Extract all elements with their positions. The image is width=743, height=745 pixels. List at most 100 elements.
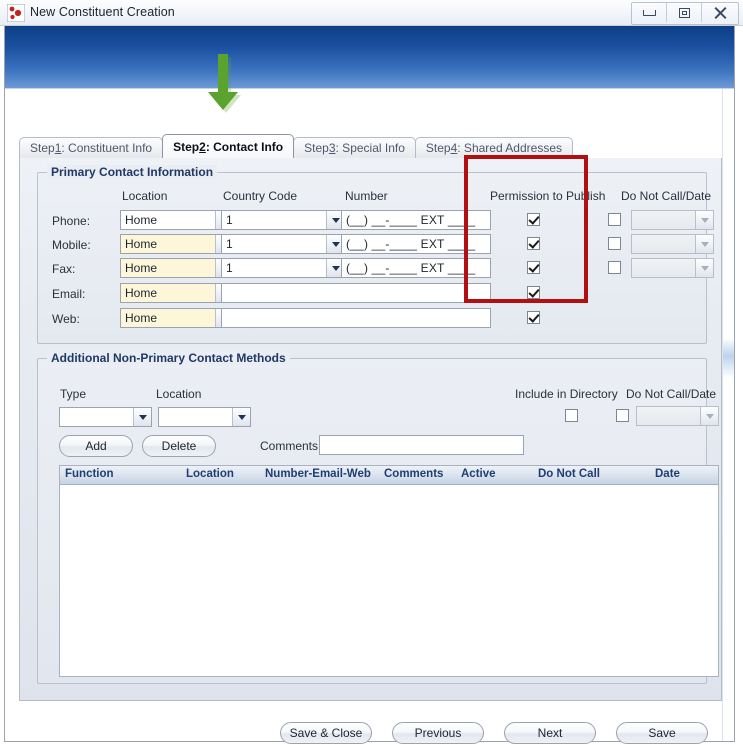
phone-location-select[interactable]: Home xyxy=(120,210,234,230)
save-button[interactable]: Save xyxy=(616,722,708,744)
fax-do-not-call-date-select[interactable] xyxy=(631,258,714,278)
previous-button[interactable]: Previous xyxy=(392,722,484,744)
grid-header-comments[interactable]: Comments xyxy=(384,468,443,480)
chevron-down-icon[interactable] xyxy=(232,408,250,426)
additional-do-not-call-date-select[interactable] xyxy=(636,406,719,426)
fax-country-code-value: 1 xyxy=(226,261,233,275)
label-comments: Comments xyxy=(260,439,319,453)
minimize-icon xyxy=(642,9,656,16)
tab-accel-key: 1 xyxy=(54,141,62,155)
column-header-do-not-call-date: Do Not Call/Date xyxy=(621,189,712,203)
mobile-do-not-call-date-select[interactable] xyxy=(631,234,714,254)
add-button[interactable]: Add xyxy=(59,435,133,457)
mobile-country-code-value: 1 xyxy=(226,237,233,251)
scrollbar-thumb[interactable] xyxy=(723,338,734,378)
phone-do-not-call-date-select[interactable] xyxy=(631,210,714,230)
web-address-input[interactable] xyxy=(221,308,491,328)
tab-step-3-special-info[interactable]: Step 3: Special Info xyxy=(293,137,416,158)
fax-do-not-call-checkbox[interactable] xyxy=(608,261,621,274)
application-window: New Constituent Creation Step 1: Constit… xyxy=(0,0,743,745)
row-label-phone: Phone: xyxy=(52,214,91,228)
phone-country-code-select[interactable]: 1 xyxy=(221,210,345,230)
web-permission-to-publish-checkbox[interactable] xyxy=(527,311,540,324)
wizard-tabs: Step 1: Constituent Info Step 2: Contact… xyxy=(19,134,573,158)
phone-permission-to-publish-checkbox[interactable] xyxy=(527,213,540,226)
label-type: Type xyxy=(60,387,87,401)
fax-location-value: Home xyxy=(125,261,158,275)
web-location-value: Home xyxy=(125,311,158,325)
fax-country-code-select[interactable]: 1 xyxy=(221,258,345,278)
primary-contact-group: Primary Contact Information Location Cou… xyxy=(37,165,714,344)
row-label-email: Email: xyxy=(52,287,86,301)
grid-header-location[interactable]: Location xyxy=(186,468,234,480)
grid-header-date[interactable]: Date xyxy=(655,468,680,480)
web-location-select[interactable]: Home xyxy=(120,308,234,328)
close-button[interactable] xyxy=(702,3,738,22)
window-controls xyxy=(631,2,739,25)
title-bar: New Constituent Creation xyxy=(0,0,743,26)
vertical-scrollbar[interactable] xyxy=(722,89,734,741)
restore-button[interactable] xyxy=(667,3,702,22)
tab-accel-key: 3 xyxy=(328,141,336,155)
mobile-location-select[interactable]: Home xyxy=(120,234,234,254)
chevron-down-icon[interactable] xyxy=(695,211,713,229)
chevron-down-icon[interactable] xyxy=(695,235,713,253)
column-header-location: Location xyxy=(122,189,168,203)
mobile-permission-to-publish-checkbox[interactable] xyxy=(527,237,540,250)
additional-type-select[interactable] xyxy=(59,407,152,427)
delete-button[interactable]: Delete xyxy=(142,435,216,457)
chevron-down-icon[interactable] xyxy=(695,259,713,277)
tab-step-2-contact-info[interactable]: Step 2: Contact Info xyxy=(162,134,295,158)
include-in-directory-checkbox[interactable] xyxy=(565,409,578,422)
comments-input[interactable] xyxy=(319,435,524,455)
close-icon xyxy=(714,7,727,19)
tab-content-panel: Primary Contact Information Location Cou… xyxy=(19,158,722,701)
additional-do-not-call-checkbox[interactable] xyxy=(616,409,629,422)
grid-header-function[interactable]: Function xyxy=(65,468,114,480)
column-header-number: Number xyxy=(345,189,388,203)
save-and-close-button[interactable]: Save & Close xyxy=(280,722,372,744)
restore-icon xyxy=(678,7,690,18)
email-address-input[interactable] xyxy=(221,283,491,303)
row-label-mobile: Mobile: xyxy=(52,238,91,252)
tab-label-suffix: : Shared Addresses xyxy=(457,141,562,155)
next-button[interactable]: Next xyxy=(504,722,596,744)
tab-label-prefix: Step xyxy=(304,141,329,155)
phone-country-code-value: 1 xyxy=(226,213,233,227)
fax-location-select[interactable]: Home xyxy=(120,258,234,278)
label-include-in-directory: Include in Directory xyxy=(515,387,618,401)
mobile-number-input[interactable]: (__) __-____ EXT ____ xyxy=(341,234,491,254)
tab-accel-key: 2 xyxy=(199,139,206,154)
header-banner xyxy=(5,26,734,88)
mobile-country-code-select[interactable]: 1 xyxy=(221,234,345,254)
fax-number-input[interactable]: (__) __-____ EXT ____ xyxy=(341,258,491,278)
minimize-button[interactable] xyxy=(632,3,667,22)
phone-number-input[interactable]: (__) __-____ EXT ____ xyxy=(341,210,491,230)
chevron-down-icon[interactable] xyxy=(133,408,151,426)
window-body: Step 1: Constituent Info Step 2: Contact… xyxy=(4,26,735,744)
grid-header-do-not-call[interactable]: Do Not Call xyxy=(538,468,600,480)
tab-label-suffix: : Special Info xyxy=(335,141,405,155)
contact-methods-grid[interactable]: Function Location Number-Email-Web Comme… xyxy=(59,465,719,677)
mobile-do-not-call-checkbox[interactable] xyxy=(608,237,621,250)
label-do-not-call-date: Do Not Call/Date xyxy=(626,387,717,401)
additional-contact-methods-group: Additional Non-Primary Contact Methods T… xyxy=(37,351,719,684)
tab-step-4-shared-addresses[interactable]: Step 4: Shared Addresses xyxy=(414,137,573,158)
banner-divider xyxy=(5,88,734,89)
grid-header-active[interactable]: Active xyxy=(461,468,496,480)
chevron-down-icon[interactable] xyxy=(700,407,718,425)
row-label-web: Web: xyxy=(52,312,80,326)
tab-label-prefix: Step xyxy=(173,139,200,154)
tab-label-prefix: Step xyxy=(30,141,55,155)
phone-do-not-call-checkbox[interactable] xyxy=(608,213,621,226)
primary-contact-legend: Primary Contact Information xyxy=(47,165,218,179)
additional-contact-legend: Additional Non-Primary Contact Methods xyxy=(47,351,290,365)
tab-step-1-constituent-info[interactable]: Step 1: Constituent Info xyxy=(19,137,164,158)
additional-location-select[interactable] xyxy=(158,407,251,427)
window-title: New Constituent Creation xyxy=(30,5,175,19)
fax-permission-to-publish-checkbox[interactable] xyxy=(527,261,540,274)
grid-header-number-email-web[interactable]: Number-Email-Web xyxy=(265,468,371,480)
tab-accel-key: 4 xyxy=(450,141,458,155)
email-location-select[interactable]: Home xyxy=(120,283,234,303)
email-permission-to-publish-checkbox[interactable] xyxy=(527,286,540,299)
